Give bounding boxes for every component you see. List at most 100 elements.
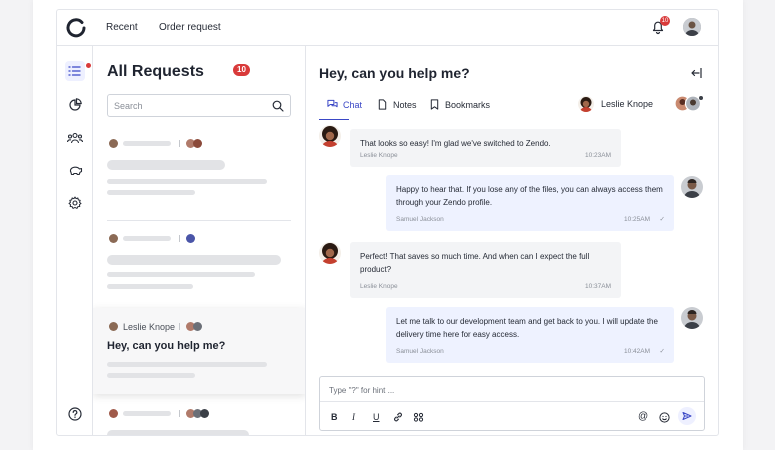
tab-bookmarks-label: Bookmarks — [445, 99, 491, 110]
assignee[interactable]: Leslie Knope — [578, 96, 653, 112]
avatar — [193, 322, 202, 331]
separator — [179, 323, 180, 330]
participants-avatars[interactable] — [674, 95, 704, 112]
skeleton-line — [123, 236, 171, 241]
message-avatar — [681, 307, 703, 329]
message-author: Leslie Knope — [360, 283, 398, 290]
piggy-bank-icon — [69, 166, 82, 175]
avatar — [109, 234, 118, 243]
separator — [179, 235, 180, 242]
tab-bookmarks[interactable]: Bookmarks — [429, 99, 490, 110]
search-input[interactable] — [114, 99, 264, 112]
avatar — [109, 322, 118, 331]
skeleton-line — [107, 284, 193, 289]
assignee-name: Leslie Knope — [601, 99, 654, 109]
logo-icon[interactable] — [66, 18, 86, 38]
send-icon — [682, 412, 692, 420]
avatar — [109, 409, 118, 418]
message-meta: Leslie Knope 10:23AM — [360, 149, 611, 162]
skeleton-line — [107, 362, 267, 367]
search-icon[interactable] — [272, 100, 284, 112]
rail-requests[interactable] — [65, 61, 91, 81]
chat-icon — [327, 99, 338, 108]
skeleton-line — [123, 411, 171, 416]
skeleton-line — [107, 179, 267, 184]
rail-notification-dot — [86, 63, 91, 68]
app-window: Recent Order request 10 All Requests 10 … — [56, 9, 719, 436]
tab-notes-label: Notes — [393, 99, 417, 110]
message-bubble: Let me talk to our development team and … — [386, 307, 674, 363]
message-meta: Leslie Knope 10:37AM — [360, 280, 611, 293]
rail-reports[interactable] — [65, 95, 85, 115]
tab-chat-label: Chat — [343, 99, 363, 110]
search-box[interactable] — [107, 94, 291, 117]
read-check-icon: ✓ — [659, 216, 665, 223]
left-rail — [57, 46, 93, 435]
message-bubble: That looks so easy! I'm glad we've switc… — [350, 129, 621, 167]
active-tab-indicator — [319, 119, 349, 120]
list-item[interactable] — [93, 406, 305, 435]
avatar — [186, 234, 195, 243]
avatar — [578, 96, 594, 112]
users-icon — [67, 132, 83, 144]
emoji-icon[interactable] — [659, 412, 670, 423]
rail-users[interactable] — [65, 128, 85, 148]
request-subject: Hey, can you help me? — [107, 340, 226, 352]
gear-icon — [68, 196, 82, 209]
request-count-badge: 10 — [233, 64, 250, 76]
separator — [179, 410, 180, 417]
nav-recent[interactable]: Recent — [106, 22, 138, 33]
avatar — [200, 409, 209, 418]
message-author: Samuel Jackson — [396, 216, 444, 223]
message-time: 10:42AM — [623, 348, 650, 355]
underline-button[interactable]: U — [373, 412, 380, 422]
message-author: Leslie Knope — [360, 152, 398, 159]
message-author: Samuel Jackson — [396, 348, 444, 355]
skeleton-line — [107, 430, 249, 435]
nav-order-request[interactable]: Order request — [159, 22, 221, 33]
italic-button[interactable]: I — [352, 412, 355, 422]
message-avatar — [681, 176, 703, 198]
rail-settings[interactable] — [65, 193, 85, 213]
skeleton-line — [123, 141, 171, 146]
request-author: Leslie Knope — [123, 322, 176, 332]
message-text: That looks so easy! I'm glad we've switc… — [360, 139, 551, 148]
tab-notes[interactable]: Notes — [377, 99, 417, 110]
list-icon — [68, 66, 81, 76]
request-list: All Requests 10 Search Leslie Knope Hey,… — [93, 46, 306, 435]
message-avatar — [319, 125, 341, 147]
mention-button[interactable]: @ — [638, 411, 648, 422]
message-input[interactable] — [329, 384, 689, 397]
skeleton-line — [107, 160, 225, 170]
top-bar: Recent Order request 10 — [57, 10, 718, 46]
list-item[interactable] — [93, 231, 305, 311]
pie-chart-icon — [69, 98, 82, 111]
message-avatar — [319, 242, 341, 264]
message-time: 10:25AM — [623, 216, 650, 223]
send-button[interactable] — [678, 407, 696, 425]
user-avatar[interactable] — [683, 18, 701, 36]
bookmark-icon — [430, 99, 439, 110]
rail-savings[interactable] — [65, 161, 85, 181]
message-text: Perfect! That saves so much time. And wh… — [360, 252, 590, 274]
divider — [107, 220, 291, 221]
rail-help[interactable] — [65, 404, 85, 424]
separator — [179, 140, 180, 147]
list-item[interactable] — [93, 134, 305, 214]
list-title: All Requests — [107, 63, 204, 80]
message-bubble: Happy to hear that. If you lose any of t… — [386, 175, 674, 231]
read-check-icon: ✓ — [659, 348, 665, 355]
mention-group-icon[interactable] — [413, 412, 424, 422]
notification-badge: 10 — [660, 16, 670, 26]
tab-chat[interactable]: Chat — [327, 99, 362, 110]
bold-button[interactable]: B — [331, 412, 338, 422]
skeleton-line — [107, 190, 195, 195]
message-text: Happy to hear that. If you lose any of t… — [396, 185, 663, 207]
active-request[interactable]: Leslie Knope Hey, can you help me? — [93, 308, 305, 394]
avatar — [109, 139, 118, 148]
link-icon[interactable] — [393, 412, 403, 422]
document-icon — [378, 99, 387, 110]
skeleton-line — [107, 373, 195, 378]
message-composer: B I U @ — [319, 376, 705, 431]
collapse-panel-icon[interactable] — [690, 67, 702, 79]
